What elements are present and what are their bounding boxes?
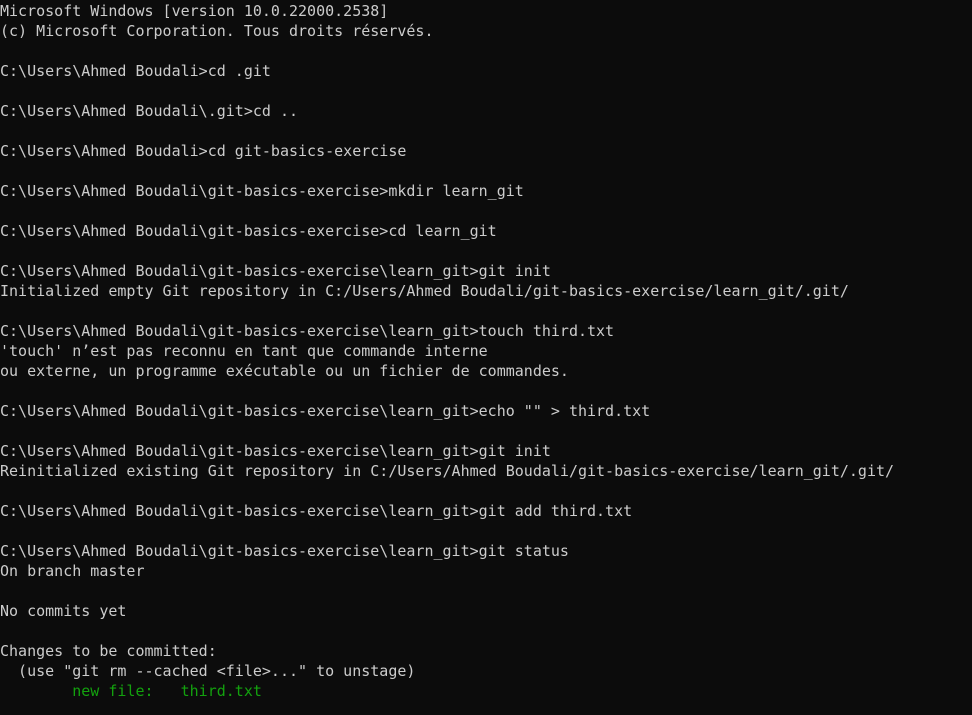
terminal-line: Changes to be committed:	[0, 642, 217, 660]
terminal-line: C:\Users\Ahmed Boudali>cd .git	[0, 62, 271, 80]
terminal-line: Initialized empty Git repository in C:/U…	[0, 282, 849, 300]
terminal-line: C:\Users\Ahmed Boudali\git-basics-exerci…	[0, 542, 569, 560]
terminal-line: C:\Users\Ahmed Boudali\.git>cd ..	[0, 102, 299, 120]
terminal-line: Reinitialized existing Git repository in…	[0, 462, 895, 480]
terminal-window[interactable]: Microsoft Windows [version 10.0.22000.25…	[0, 0, 972, 715]
terminal-line: C:\Users\Ahmed Boudali\git-basics-exerci…	[0, 502, 633, 520]
terminal-line: C:\Users\Ahmed Boudali\git-basics-exerci…	[0, 442, 551, 460]
staged-file-line: new file: third.txt	[0, 682, 262, 700]
terminal-line: (c) Microsoft Corporation. Tous droits r…	[0, 22, 434, 40]
terminal-line: C:\Users\Ahmed Boudali\git-basics-exerci…	[0, 262, 551, 280]
terminal-line: C:\Users\Ahmed Boudali\git-basics-exerci…	[0, 402, 651, 420]
terminal-line: C:\Users\Ahmed Boudali\git-basics-exerci…	[0, 322, 615, 340]
terminal-line: ou externe, un programme exécutable ou u…	[0, 362, 569, 380]
terminal-line: C:\Users\Ahmed Boudali\git-basics-exerci…	[0, 222, 497, 240]
terminal-line: No commits yet	[0, 602, 127, 620]
terminal-line: C:\Users\Ahmed Boudali\git-basics-exerci…	[0, 182, 524, 200]
terminal-line: Microsoft Windows [version 10.0.22000.25…	[0, 2, 389, 20]
terminal-line: On branch master	[0, 562, 145, 580]
terminal-line: C:\Users\Ahmed Boudali>cd git-basics-exe…	[0, 142, 407, 160]
terminal-line: 'touch' n’est pas reconnu en tant que co…	[0, 342, 488, 360]
terminal-line: (use "git rm --cached <file>..." to unst…	[0, 662, 416, 680]
